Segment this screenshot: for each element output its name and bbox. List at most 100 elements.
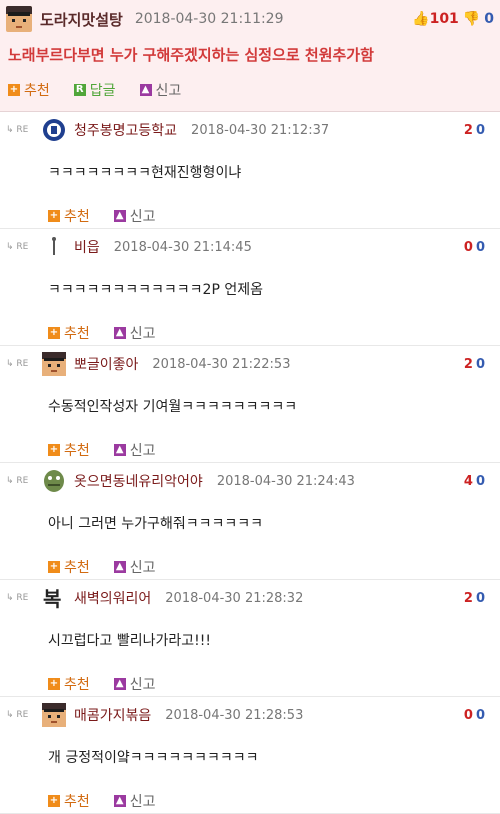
- comment-upvote-count: 0: [463, 707, 476, 723]
- comment-downvote-count: 0: [475, 590, 488, 606]
- comment-author[interactable]: 청주봉명고등학교: [74, 120, 177, 140]
- tiny-figure-avatar[interactable]: [42, 235, 66, 259]
- re-label: RE: [16, 476, 29, 486]
- comment-downvote-count: 0: [475, 707, 488, 723]
- comment-report-button[interactable]: ▲ 신고: [113, 323, 156, 343]
- comment-item: ↳ RE 복 새벽의워리어 2018-04-30 21:28:32 20 시끄럽다고 빨리…: [0, 580, 500, 697]
- recommend-button[interactable]: + 추천: [8, 80, 50, 100]
- comment-report-button[interactable]: ▲ 신고: [113, 440, 156, 460]
- report-label: 신고: [129, 209, 156, 225]
- report-label: 신고: [155, 83, 182, 99]
- comment-item: ↳ RE 뽀글이좋아 2018-04-30 21:22:53 20 수동적인작성자 기여…: [0, 346, 500, 463]
- comment-actions: + 추천 ▲ 신고: [0, 666, 500, 694]
- plus-icon: +: [8, 84, 20, 96]
- comment-author[interactable]: 비읍: [74, 237, 100, 257]
- post: 도라지맛설탕 2018-04-30 21:11:29 👍 101 👎 0 노래부…: [0, 0, 500, 112]
- recommend-label: 추천: [24, 83, 50, 99]
- comment-recommend-button[interactable]: + 추천: [48, 557, 90, 577]
- school-emblem-avatar[interactable]: [42, 118, 66, 142]
- comment-votes: 20: [464, 357, 488, 372]
- report-button[interactable]: ▲ 신고: [139, 80, 182, 100]
- siren-icon: ▲: [113, 210, 126, 222]
- comment-author[interactable]: 뽀글이좋아: [74, 354, 138, 374]
- bok-char-avatar[interactable]: 복: [42, 586, 66, 611]
- siren-icon: ▲: [113, 327, 126, 339]
- comment-recommend-button[interactable]: + 추천: [48, 440, 90, 460]
- downvote-count: 0: [484, 11, 494, 27]
- re-label: RE: [16, 242, 29, 252]
- reply-arrow-icon: ↳ RE: [6, 359, 29, 369]
- comment-recommend-button[interactable]: + 추천: [48, 791, 90, 811]
- plus-icon: +: [48, 327, 60, 339]
- comment-upvote-count: 2: [463, 122, 476, 138]
- comment-votes: 40: [464, 474, 488, 489]
- comment-report-button[interactable]: ▲ 신고: [113, 206, 156, 226]
- comment-date: 2018-04-30 21:24:43: [216, 473, 355, 489]
- reply-label: 답글: [89, 83, 116, 99]
- recommend-label: 추천: [64, 794, 90, 810]
- svg-text:복: 복: [43, 587, 61, 610]
- pixel-face-avatar[interactable]: [42, 703, 66, 727]
- reply-button[interactable]: R 답글: [73, 80, 116, 100]
- comment-header: ↳ RE 옷으면동네유리악어야 2018-04-30 21:24:43 40: [0, 463, 500, 499]
- comment-header: ↳ RE 복 새벽의워리어 2018-04-30 21:28:32 20: [0, 580, 500, 616]
- comment-downvote-count: 0: [475, 122, 488, 138]
- comment-author[interactable]: 옷으면동네유리악어야: [74, 471, 203, 491]
- post-body: 노래부르다부면 누가 구해주겠지하는 심정으로 천원추가함: [8, 46, 374, 64]
- comment-report-button[interactable]: ▲ 신고: [113, 791, 156, 811]
- re-label: RE: [16, 359, 29, 369]
- comment-list: ↳ RE 청주봉명고등학교 2018-04-30 21:12:37 20 ㅋㅋㅋㅋㅋㅋㅋ…: [0, 112, 500, 814]
- comment-item: ↳ RE 청주봉명고등학교 2018-04-30 21:12:37 20 ㅋㅋㅋㅋㅋㅋㅋ…: [0, 112, 500, 229]
- comment-header: ↳ RE 매콤가지볶음 2018-04-30 21:28:53 00: [0, 697, 500, 733]
- comment-downvote-count: 0: [475, 356, 488, 372]
- comment-votes: 00: [464, 708, 488, 723]
- crocodile-avatar[interactable]: [42, 469, 66, 493]
- comment-date: 2018-04-30 21:14:45: [113, 239, 252, 255]
- comment-author[interactable]: 매콤가지볶음: [74, 705, 151, 725]
- thumbs-down-icon[interactable]: 👎: [463, 11, 480, 27]
- plus-icon: +: [48, 561, 60, 573]
- comment-body: ㅋㅋㅋㅋㅋㅋㅋㅋ현재진행형이냐: [48, 165, 242, 181]
- comment-upvote-count: 0: [463, 239, 476, 255]
- comment-recommend-button[interactable]: + 추천: [48, 674, 90, 694]
- comment-body: ㅋㅋㅋㅋㅋㅋㅋㅋㅋㅋㅋㅋ2P 언제옴: [48, 282, 263, 298]
- recommend-label: 추천: [64, 326, 90, 342]
- plus-icon: +: [48, 678, 60, 690]
- comment-item: ↳ RE 옷으면동네유리악어야 2018-04-30 21:24:43 40 아니 그러…: [0, 463, 500, 580]
- thumbs-up-icon[interactable]: 👍: [412, 11, 429, 27]
- comment-downvote-count: 0: [475, 473, 488, 489]
- comment-downvote-count: 0: [475, 239, 488, 255]
- plus-icon: +: [48, 795, 60, 807]
- comment-report-button[interactable]: ▲ 신고: [113, 674, 156, 694]
- report-label: 신고: [129, 677, 156, 693]
- comment-actions: + 추천 ▲ 신고: [0, 315, 500, 343]
- siren-icon: ▲: [113, 561, 126, 573]
- siren-icon: ▲: [113, 795, 126, 807]
- post-author[interactable]: 도라지맛설탕: [40, 9, 123, 30]
- report-label: 신고: [129, 326, 156, 342]
- pixel-face-avatar[interactable]: [6, 6, 32, 32]
- comment-body: 시끄럽다고 빨리나가라고!!!: [48, 633, 211, 649]
- recommend-label: 추천: [64, 443, 90, 459]
- reply-arrow-icon: ↳ RE: [6, 476, 29, 486]
- upvote-count: 101: [429, 11, 459, 27]
- siren-icon: ▲: [113, 678, 126, 690]
- pixel-face-avatar[interactable]: [42, 352, 66, 376]
- comment-date: 2018-04-30 21:28:53: [165, 707, 304, 723]
- re-label: RE: [16, 125, 29, 135]
- reply-icon: R: [73, 84, 86, 96]
- comment-body: 아니 그러면 누가구해줘ㅋㅋㅋㅋㅋㅋ: [48, 516, 263, 532]
- comment-report-button[interactable]: ▲ 신고: [113, 557, 156, 577]
- report-label: 신고: [129, 560, 156, 576]
- post-date: 2018-04-30 21:11:29: [134, 11, 284, 27]
- comment-author[interactable]: 새벽의워리어: [74, 588, 151, 608]
- reply-arrow-icon: ↳ RE: [6, 710, 29, 720]
- recommend-label: 추천: [64, 677, 90, 693]
- comment-upvote-count: 4: [463, 473, 476, 489]
- post-header: 도라지맛설탕 2018-04-30 21:11:29 👍 101 👎 0: [0, 0, 500, 38]
- comment-header: ↳ RE 청주봉명고등학교 2018-04-30 21:12:37 20: [0, 112, 500, 148]
- reply-arrow-icon: ↳ RE: [6, 125, 29, 135]
- comment-recommend-button[interactable]: + 추천: [48, 323, 90, 343]
- comment-recommend-button[interactable]: + 추천: [48, 206, 90, 226]
- siren-icon: ▲: [139, 84, 152, 96]
